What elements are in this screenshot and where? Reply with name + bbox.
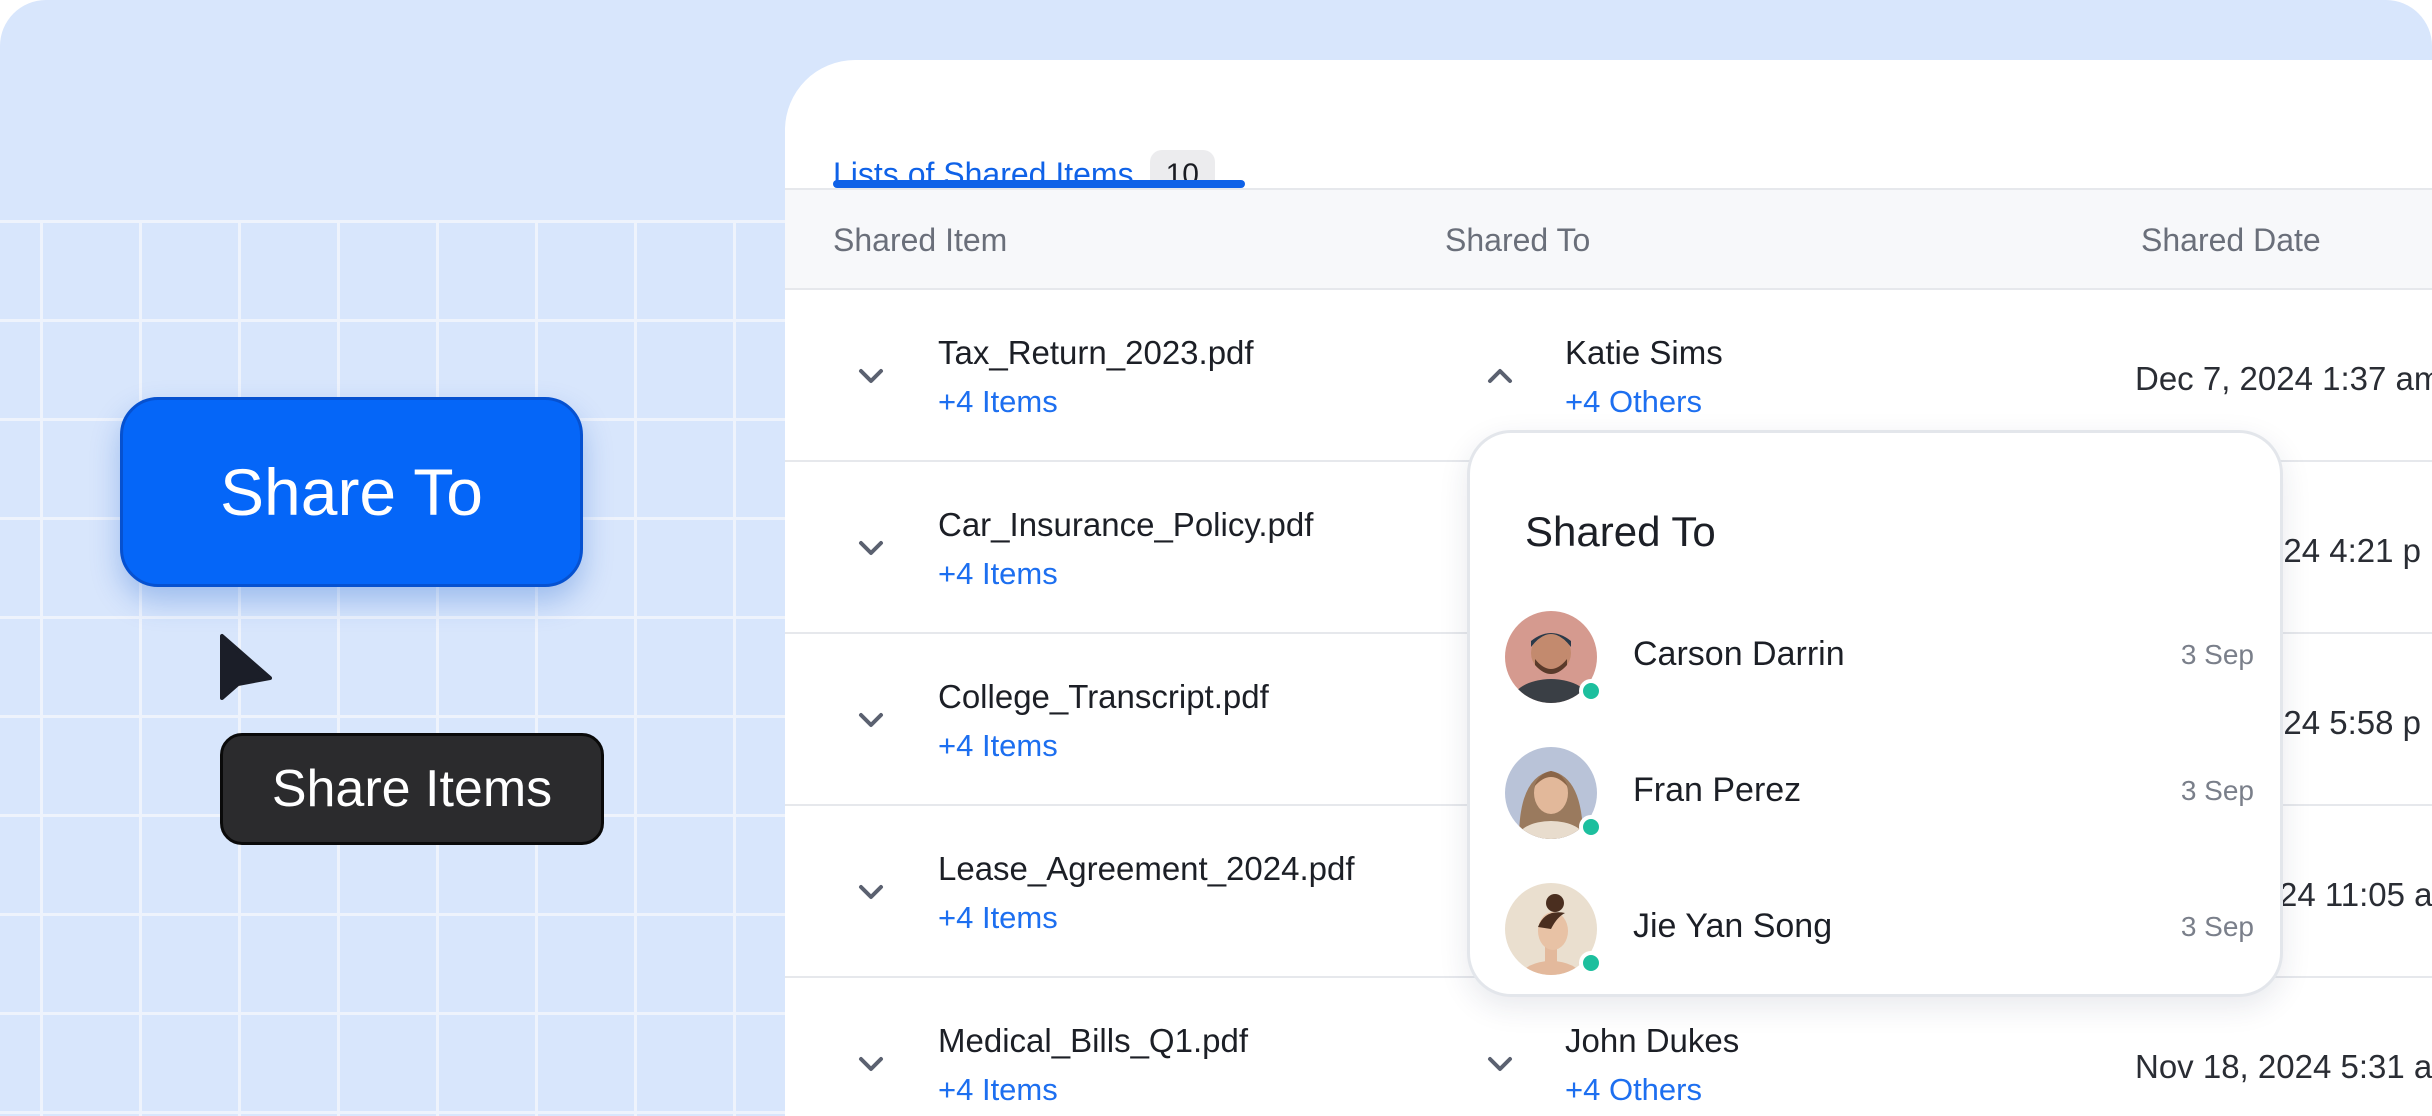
chevron-down-icon[interactable]: [853, 1046, 889, 1082]
shared-to-name: Katie Sims: [1565, 334, 1723, 371]
shared-date: 3 Sep: [2180, 775, 2254, 806]
shared-date: 3 Sep: [2180, 639, 2254, 670]
table-header: Shared Item Shared To Shared Date: [785, 188, 2432, 290]
items-link[interactable]: +4 Items: [938, 1072, 1058, 1108]
file-name[interactable]: Tax_Return_2023.pdf: [938, 334, 1254, 372]
person-name: Carson Darrin: [1633, 635, 1845, 673]
cursor-icon: [220, 634, 272, 700]
table-row: Medical_Bills_Q1.pdf +4 Items John Dukes…: [785, 978, 2432, 1116]
shared-date: 3 Sep: [2180, 911, 2254, 942]
chevron-down-icon[interactable]: [853, 874, 889, 910]
others-link[interactable]: +4 Others: [1565, 384, 1702, 420]
file-name[interactable]: College_Transcript.pdf: [938, 678, 1269, 716]
grid-pattern: [0, 220, 790, 1116]
avatar: [1505, 611, 1603, 703]
shared-date: 24 11:05 a: [2279, 876, 2432, 913]
column-header-shared-item[interactable]: Shared Item: [833, 190, 1007, 290]
shared-person-row[interactable]: Fran Perez 3 Sep: [1470, 747, 2286, 847]
column-header-shared-date[interactable]: Shared Date: [2141, 190, 2321, 290]
share-items-tooltip: Share Items: [220, 733, 604, 845]
chevron-down-icon[interactable]: [853, 702, 889, 738]
chevron-down-icon[interactable]: [853, 358, 889, 394]
online-status-indicator: [1579, 815, 1603, 839]
chevron-down-icon[interactable]: [853, 530, 889, 566]
chevron-up-icon[interactable]: [1482, 358, 1518, 394]
items-link[interactable]: +4 Items: [938, 900, 1058, 936]
shared-date: Nov 18, 2024 5:31 a: [2135, 1048, 2432, 1085]
file-name[interactable]: Car_Insurance_Policy.pdf: [938, 506, 1313, 544]
chevron-down-icon[interactable]: [1482, 1046, 1518, 1082]
file-name[interactable]: Medical_Bills_Q1.pdf: [938, 1022, 1248, 1060]
column-header-shared-to[interactable]: Shared To: [1445, 190, 1590, 290]
items-link[interactable]: +4 Items: [938, 556, 1058, 592]
shared-date: Dec 7, 2024 1:37 am: [2135, 360, 2432, 397]
online-status-indicator: [1579, 951, 1603, 975]
online-status-indicator: [1579, 679, 1603, 703]
items-link[interactable]: +4 Items: [938, 384, 1058, 420]
shared-date: 024 5:58 p: [2265, 704, 2421, 741]
person-name: Fran Perez: [1633, 771, 1802, 809]
canvas-background: Share To Share Items Lists of Shared Ite…: [0, 0, 2432, 1116]
shared-person-row[interactable]: Carson Darrin 3 Sep: [1470, 611, 2286, 711]
shared-person-row[interactable]: Jie Yan Song 3 Sep: [1470, 883, 2286, 983]
tab-active-indicator: [833, 180, 1245, 188]
share-to-button[interactable]: Share To: [120, 397, 583, 587]
person-name: Jie Yan Song: [1633, 907, 1833, 945]
avatar: [1505, 747, 1603, 839]
shared-to-popover: Shared To Carson Darrin 3 Sep Fran Perez…: [1467, 430, 2283, 997]
file-name[interactable]: Lease_Agreement_2024.pdf: [938, 850, 1355, 888]
others-link[interactable]: +4 Others: [1565, 1072, 1702, 1108]
shared-to-name: John Dukes: [1565, 1022, 1740, 1059]
avatar: [1505, 883, 1603, 975]
items-link[interactable]: +4 Items: [938, 728, 1058, 764]
shared-date: 024 4:21 p: [2265, 532, 2421, 569]
popover-title: Shared To: [1525, 508, 1716, 555]
